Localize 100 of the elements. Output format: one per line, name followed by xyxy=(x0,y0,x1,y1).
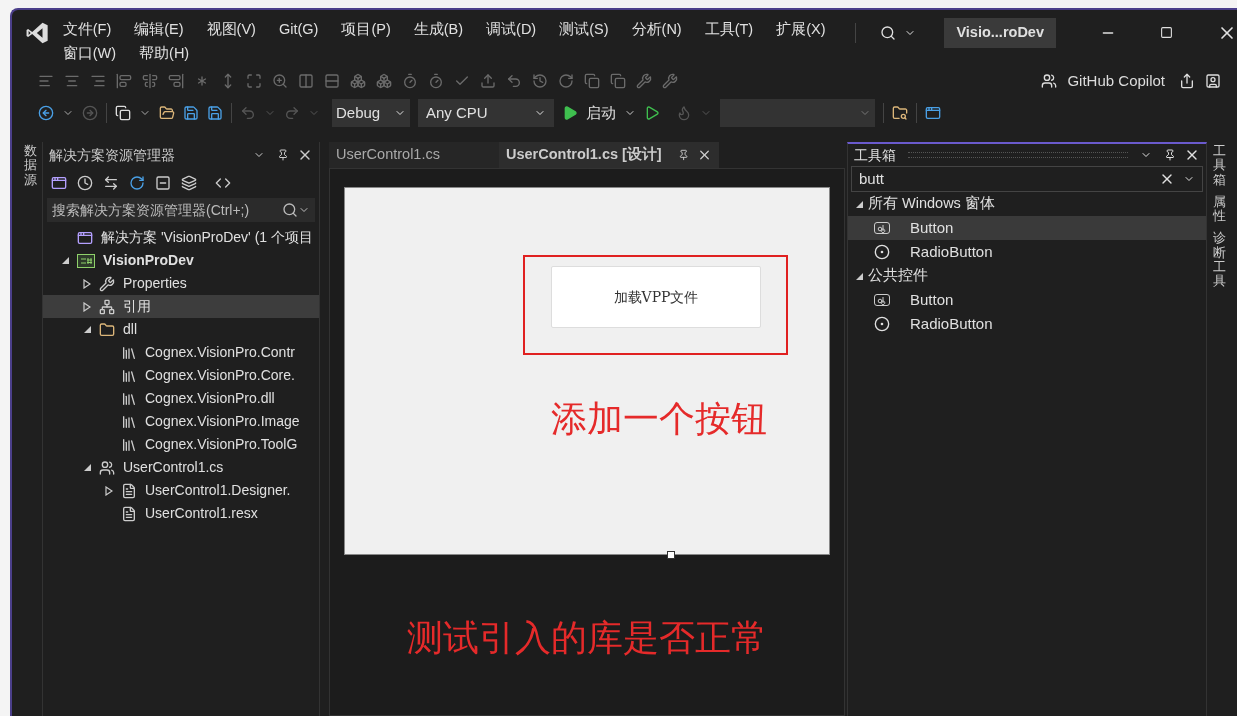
wrench-icon[interactable] xyxy=(662,73,678,89)
expanded-arrow-icon[interactable] xyxy=(83,464,91,471)
toolbox-item[interactable]: RadioButton xyxy=(848,312,1206,336)
tree-item[interactable]: 引用 xyxy=(43,295,319,318)
columns-icon[interactable] xyxy=(298,73,314,89)
toolbox-item[interactable]: Button xyxy=(848,288,1206,312)
back-icon[interactable] xyxy=(38,105,54,121)
toolbox-item[interactable]: Button xyxy=(848,216,1206,240)
menu-item[interactable]: 测试(S) xyxy=(559,19,614,41)
toolbox-search-field[interactable]: butt xyxy=(851,166,1203,192)
zoom-icon[interactable] xyxy=(272,73,288,89)
share-icon[interactable] xyxy=(1179,73,1195,89)
upload-icon[interactable] xyxy=(480,73,496,89)
side-tab[interactable]: 数据源 xyxy=(24,144,37,187)
form-button[interactable]: 加载VPP文件 xyxy=(551,266,761,328)
copy-icon[interactable] xyxy=(610,73,626,89)
tree-item[interactable]: UserControl1.resx xyxy=(43,502,319,525)
toolbox-item[interactable]: RadioButton xyxy=(848,240,1206,264)
sync-icon[interactable] xyxy=(103,175,119,191)
menu-item[interactable]: 项目(P) xyxy=(341,19,396,41)
align-left-icon[interactable] xyxy=(38,73,54,89)
code-icon[interactable] xyxy=(215,175,231,191)
menu-item[interactable]: 工具(T) xyxy=(704,19,759,41)
tree-item[interactable]: Cognex.VisionPro.Core. xyxy=(43,364,319,387)
clock-icon[interactable] xyxy=(77,175,93,191)
editor-tab[interactable]: UserControl1.cs [设计] xyxy=(499,142,719,168)
open-folder-icon[interactable] xyxy=(159,105,175,121)
tree-item[interactable]: Cognex.VisionPro.Contr xyxy=(43,341,319,364)
new-item-icon[interactable] xyxy=(115,105,131,121)
start-button[interactable]: 启动 xyxy=(586,101,616,125)
tree-item[interactable]: Cognex.VisionPro.ToolG xyxy=(43,433,319,456)
pin-icon[interactable] xyxy=(677,149,689,161)
forward-icon[interactable] xyxy=(82,105,98,121)
tree-item[interactable]: Cognex.VisionPro.Image xyxy=(43,410,319,433)
pin-icon[interactable] xyxy=(277,149,289,161)
save-all-icon[interactable] xyxy=(207,105,223,121)
menu-item[interactable]: 帮助(H) xyxy=(139,43,195,65)
menu-item[interactable]: 生成(B) xyxy=(413,19,469,41)
undo-icon[interactable] xyxy=(506,73,522,89)
feedback-icon[interactable] xyxy=(1205,73,1221,89)
menu-item[interactable]: 文件(F) xyxy=(62,19,117,41)
tree-item[interactable]: VisionProDev xyxy=(43,249,319,272)
menu-item[interactable]: 扩展(X) xyxy=(776,19,831,41)
side-tab[interactable]: 属性 xyxy=(1213,194,1226,224)
copilot-label[interactable]: GitHub Copilot xyxy=(1067,69,1165,93)
collapsed-arrow-icon[interactable] xyxy=(105,485,113,496)
align-top-icon[interactable] xyxy=(116,73,132,89)
redo-icon[interactable] xyxy=(558,73,574,89)
tree-item[interactable]: Cognex.VisionPro.dll xyxy=(43,387,319,410)
tree-item[interactable]: 解决方案 'VisionProDev' (1 个项目 xyxy=(43,226,319,249)
expanded-arrow-icon[interactable] xyxy=(856,272,863,280)
align-right-icon[interactable] xyxy=(90,73,106,89)
menu-item[interactable]: 编辑(E) xyxy=(134,19,189,41)
tree-item[interactable]: UserControl1.Designer. xyxy=(43,479,319,502)
editor-tab[interactable]: UserControl1.cs xyxy=(329,142,499,168)
search-field[interactable]: 搜索解决方案资源管理器(Ctrl+;) xyxy=(47,198,315,222)
align-center-icon[interactable] xyxy=(64,73,80,89)
tree-item[interactable]: UserControl1.cs xyxy=(43,456,319,479)
menu-item[interactable]: 分析(N) xyxy=(631,19,687,41)
boxes-icon[interactable] xyxy=(350,73,366,89)
solution-view-icon[interactable] xyxy=(51,175,67,191)
history-icon[interactable] xyxy=(532,73,548,89)
refresh-icon[interactable] xyxy=(129,175,145,191)
expanded-arrow-icon[interactable] xyxy=(61,257,69,264)
rows-icon[interactable] xyxy=(324,73,340,89)
pin-icon[interactable] xyxy=(1164,149,1176,161)
collapsed-arrow-icon[interactable] xyxy=(83,301,91,312)
timer-icon[interactable] xyxy=(428,73,444,89)
wrench-icon[interactable] xyxy=(636,73,652,89)
expanded-arrow-icon[interactable] xyxy=(83,326,91,333)
tree-item[interactable]: dll xyxy=(43,318,319,341)
search-icon[interactable] xyxy=(880,24,897,41)
maximize-icon[interactable] xyxy=(1160,26,1173,40)
resize-handle[interactable] xyxy=(667,551,675,559)
toolbox-group[interactable]: 公共控件 xyxy=(848,264,1206,288)
play-outline-icon[interactable] xyxy=(644,105,660,121)
align-bottom-icon[interactable] xyxy=(168,73,184,89)
side-tab[interactable]: 工具箱 xyxy=(1213,144,1226,187)
expand-icon[interactable] xyxy=(246,73,262,89)
collapsed-arrow-icon[interactable] xyxy=(83,278,91,289)
menu-item[interactable]: 调试(D) xyxy=(486,19,542,41)
play-icon[interactable] xyxy=(562,105,578,121)
align-middle-icon[interactable] xyxy=(142,73,158,89)
copy-icon[interactable] xyxy=(584,73,600,89)
layers-icon[interactable] xyxy=(181,175,197,191)
save-icon[interactable] xyxy=(183,105,199,121)
menu-item[interactable]: 视图(V) xyxy=(206,19,261,41)
menu-item[interactable]: 窗口(W) xyxy=(62,43,122,65)
collapse-all-icon[interactable] xyxy=(155,175,171,191)
configuration-dropdown[interactable]: Debug xyxy=(332,99,410,127)
expanded-arrow-icon[interactable] xyxy=(856,200,863,208)
platform-dropdown[interactable]: Any CPU xyxy=(418,99,554,127)
boxes-icon[interactable] xyxy=(376,73,392,89)
window-home-icon[interactable] xyxy=(925,105,941,121)
flame-icon[interactable] xyxy=(676,105,692,121)
timer-icon[interactable] xyxy=(402,73,418,89)
folder-search-icon[interactable] xyxy=(892,105,908,121)
menu-item[interactable]: Git(G) xyxy=(278,19,324,41)
toolbox-group[interactable]: 所有 Windows 窗体 xyxy=(848,192,1206,216)
tree-item[interactable]: Properties xyxy=(43,272,319,295)
